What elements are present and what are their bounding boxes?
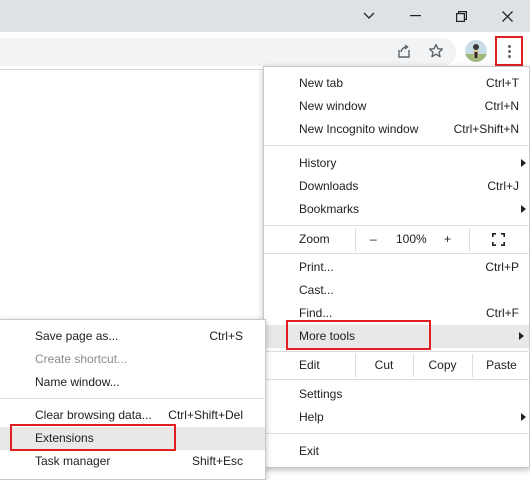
menu-item-label: Task manager <box>35 454 111 468</box>
menu-item-history[interactable]: History <box>264 152 530 175</box>
shortcut-label: Ctrl+S <box>209 329 243 343</box>
menu-separator <box>0 398 267 399</box>
title-bar <box>0 0 530 32</box>
chrome-main-menu: New tab Ctrl+T New window Ctrl+N New Inc… <box>263 66 530 468</box>
menu-item-label: Cast... <box>299 283 334 297</box>
dot <box>507 44 511 48</box>
menu-item-label: Settings <box>299 387 343 401</box>
menu-item-label: Downloads <box>299 179 359 193</box>
copy-button[interactable]: Copy <box>413 354 472 377</box>
zoom-divider <box>355 228 356 251</box>
menu-item-exit[interactable]: Exit <box>264 440 530 463</box>
menu-item-label: Bookmarks <box>299 202 360 216</box>
menu-row-zoom: Zoom – 100% + <box>264 228 530 251</box>
menu-item-label: Clear browsing data... <box>35 408 152 422</box>
menu-separator <box>264 225 530 226</box>
share-icon[interactable] <box>394 41 414 61</box>
menu-separator <box>264 379 530 380</box>
menu-item-label: New window <box>299 99 367 113</box>
zoom-level-value: 100% <box>396 232 427 246</box>
zoom-label: Zoom <box>299 232 330 246</box>
submenu-item-save-page-as[interactable]: Save page as... Ctrl+S <box>0 325 267 348</box>
menu-item-cast[interactable]: Cast... <box>264 279 530 302</box>
zoom-divider <box>469 228 470 251</box>
shortcut-label: Shift+Esc <box>191 454 243 468</box>
close-icon[interactable] <box>484 0 530 32</box>
menu-item-label: Save page as... <box>35 329 119 343</box>
address-bar[interactable] <box>0 38 456 66</box>
submenu-arrow-icon <box>519 332 524 340</box>
menu-separator <box>264 145 530 146</box>
menu-item-downloads[interactable]: Downloads Ctrl+J <box>264 175 530 198</box>
toolbar <box>0 32 530 70</box>
menu-item-label: Find... <box>299 306 333 320</box>
menu-item-label: New tab <box>299 76 344 90</box>
menu-item-new-incognito-window[interactable]: New Incognito window Ctrl+Shift+N <box>264 118 530 141</box>
submenu-arrow-icon <box>521 159 526 167</box>
menu-item-label: New Incognito window <box>299 122 419 136</box>
zoom-in-button[interactable]: + <box>444 228 451 251</box>
menu-item-bookmarks[interactable]: Bookmarks <box>264 198 530 221</box>
menu-item-new-window[interactable]: New window Ctrl+N <box>264 95 530 118</box>
menu-item-label: Help <box>299 410 324 424</box>
submenu-item-task-manager[interactable]: Task manager Shift+Esc <box>0 450 267 473</box>
paste-button[interactable]: Paste <box>472 354 530 377</box>
restore-icon[interactable] <box>438 0 484 32</box>
menu-row-edit: Edit Cut Copy Paste <box>264 354 530 377</box>
submenu-item-create-shortcut[interactable]: Create shortcut... <box>0 348 267 371</box>
menu-item-settings[interactable]: Settings <box>264 383 530 406</box>
shortcut-label: Ctrl+P <box>485 260 519 274</box>
shortcut-label: Ctrl+T <box>486 76 519 90</box>
dot <box>507 54 511 58</box>
menu-item-find[interactable]: Find... Ctrl+F <box>264 302 530 325</box>
shortcut-label: Ctrl+F <box>486 306 519 320</box>
cut-button[interactable]: Cut <box>355 354 413 377</box>
menu-item-label: Print... <box>299 260 334 274</box>
menu-item-new-tab[interactable]: New tab Ctrl+T <box>264 72 530 95</box>
fullscreen-icon[interactable] <box>492 233 505 246</box>
menu-item-label: Extensions <box>35 431 94 445</box>
menu-separator <box>264 433 530 434</box>
menu-separator <box>264 351 530 352</box>
menu-separator <box>264 253 530 254</box>
submenu-arrow-icon <box>521 413 526 421</box>
zoom-out-button[interactable]: – <box>370 228 377 251</box>
submenu-arrow-icon <box>521 205 526 213</box>
submenu-item-clear-browsing-data[interactable]: Clear browsing data... Ctrl+Shift+Del <box>0 404 267 427</box>
menu-item-label: Create shortcut... <box>35 352 128 366</box>
menu-item-print[interactable]: Print... Ctrl+P <box>264 256 530 279</box>
profile-avatar[interactable] <box>465 40 487 62</box>
menu-item-help[interactable]: Help <box>264 406 530 429</box>
minimize-icon[interactable] <box>392 0 438 32</box>
more-tools-submenu: Save page as... Ctrl+S Create shortcut..… <box>0 319 267 480</box>
customize-menu-button[interactable] <box>495 36 523 66</box>
menu-item-label: Name window... <box>35 375 120 389</box>
bookmark-star-icon[interactable] <box>426 41 446 61</box>
edit-label: Edit <box>299 358 320 372</box>
tab-search-chevron-icon[interactable] <box>346 0 392 32</box>
menu-item-label: Exit <box>299 444 320 458</box>
menu-item-label: History <box>299 156 337 170</box>
menu-item-more-tools[interactable]: More tools <box>264 325 529 348</box>
shortcut-label: Ctrl+Shift+N <box>453 122 519 136</box>
menu-item-label: More tools <box>299 329 356 343</box>
submenu-item-name-window[interactable]: Name window... <box>0 371 267 394</box>
submenu-item-extensions[interactable]: Extensions <box>0 427 265 450</box>
shortcut-label: Ctrl+J <box>487 179 519 193</box>
dot <box>507 49 511 53</box>
shortcut-label: Ctrl+N <box>484 99 519 113</box>
shortcut-label: Ctrl+Shift+Del <box>168 408 243 422</box>
